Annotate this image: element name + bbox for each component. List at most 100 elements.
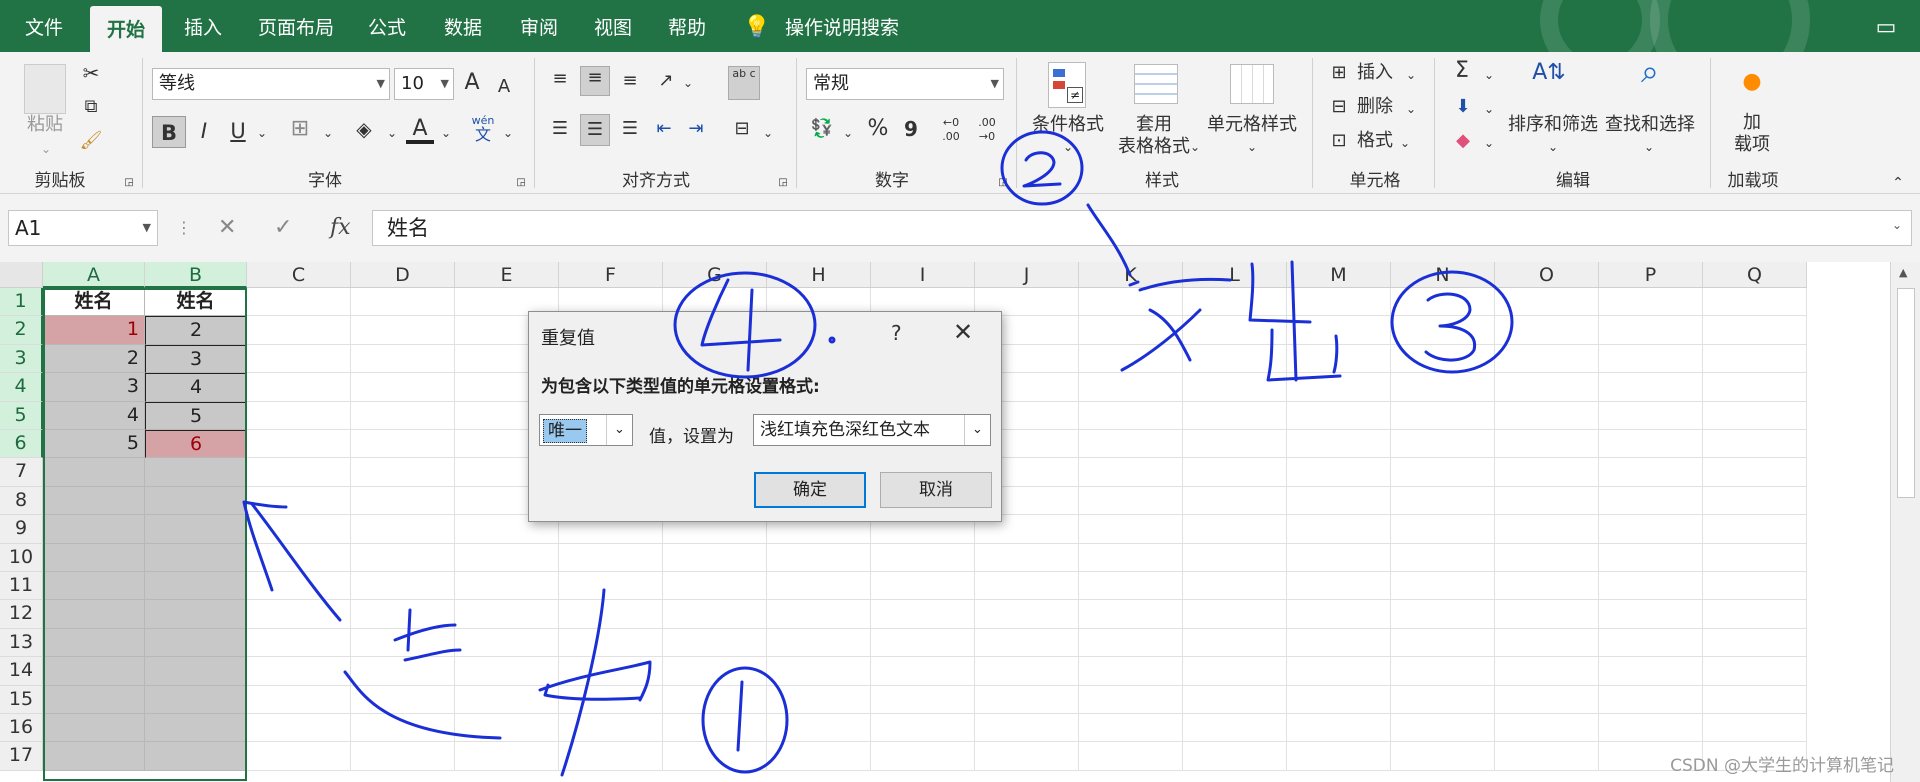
cell[interactable]	[559, 685, 663, 714]
cell[interactable]	[975, 572, 1079, 601]
cell[interactable]	[1495, 458, 1599, 487]
help-icon[interactable]: ?	[891, 321, 902, 345]
cell[interactable]	[871, 685, 975, 714]
cell[interactable]	[663, 628, 767, 658]
chevron-down-icon[interactable]: ⌄	[1546, 136, 1560, 158]
cell[interactable]	[559, 742, 663, 771]
align-middle-icon[interactable]: ≡	[580, 66, 610, 96]
chevron-down-icon[interactable]: ⌄	[1244, 136, 1260, 158]
row-header[interactable]: 5	[0, 401, 43, 430]
cell[interactable]	[767, 714, 871, 743]
cell[interactable]	[1079, 486, 1183, 516]
cell[interactable]	[247, 344, 351, 374]
cell[interactable]	[1599, 657, 1703, 686]
cell[interactable]	[1391, 685, 1495, 714]
cell[interactable]	[559, 572, 663, 601]
find-select-button[interactable]: 查找和选择	[1602, 114, 1698, 136]
cell[interactable]	[351, 714, 455, 743]
cell[interactable]	[1183, 515, 1287, 544]
cell[interactable]	[1079, 742, 1183, 771]
cancel-entry-icon[interactable]: ✕	[218, 210, 236, 246]
row-header[interactable]: 9	[0, 515, 43, 544]
cell[interactable]	[455, 572, 559, 601]
cell[interactable]	[351, 515, 455, 544]
row-header[interactable]: 7	[0, 458, 43, 487]
cell[interactable]	[43, 685, 145, 714]
cell[interactable]	[1599, 316, 1703, 345]
ok-button[interactable]: 确定	[754, 472, 866, 508]
cell[interactable]	[247, 714, 351, 743]
cell[interactable]	[559, 628, 663, 658]
column-header[interactable]: J	[975, 262, 1079, 288]
cell[interactable]	[145, 515, 247, 544]
cell[interactable]	[1391, 344, 1495, 374]
format-painter-icon[interactable]: 🖌	[78, 130, 104, 152]
cell[interactable]	[1287, 628, 1391, 658]
cell[interactable]	[1079, 288, 1183, 317]
format-cells-icon[interactable]: ⊡	[1328, 130, 1350, 152]
cell[interactable]: 5	[43, 430, 145, 459]
cell[interactable]	[351, 685, 455, 714]
value-type-select[interactable]: 唯一 ⌄	[539, 414, 633, 446]
addins-button[interactable]: 加载项	[1724, 112, 1780, 156]
cell[interactable]	[1495, 685, 1599, 714]
cell[interactable]	[1495, 288, 1599, 317]
cell[interactable]	[1391, 628, 1495, 658]
cell[interactable]	[1391, 458, 1495, 487]
cell[interactable]	[1599, 714, 1703, 743]
cell[interactable]	[1703, 628, 1807, 658]
cell[interactable]	[351, 401, 455, 430]
paste-icon[interactable]	[24, 64, 66, 114]
align-right-icon[interactable]: ☰	[616, 118, 644, 140]
cell[interactable]	[1391, 486, 1495, 516]
cell[interactable]	[455, 742, 559, 771]
delete-cells-icon[interactable]: ⊟	[1328, 96, 1350, 118]
cell[interactable]: 2	[145, 316, 247, 345]
cell[interactable]	[1287, 657, 1391, 686]
cell[interactable]	[1079, 572, 1183, 601]
insert-cells-button[interactable]: 插入	[1354, 62, 1396, 84]
row-header[interactable]: 8	[0, 486, 43, 516]
cell[interactable]	[145, 714, 247, 743]
cell[interactable]	[1079, 401, 1183, 430]
column-header[interactable]: G	[663, 262, 767, 288]
cell[interactable]	[1599, 515, 1703, 544]
cell[interactable]	[1287, 515, 1391, 544]
cell[interactable]: 4	[145, 373, 247, 402]
expand-formula-icon[interactable]: ⌄	[1892, 218, 1902, 232]
cell[interactable]	[1703, 288, 1807, 317]
cell[interactable]	[145, 572, 247, 601]
column-header[interactable]: M	[1287, 262, 1391, 288]
cell[interactable]	[455, 543, 559, 572]
cell[interactable]	[559, 657, 663, 686]
cell[interactable]	[1599, 486, 1703, 516]
cell-styles-button[interactable]: 单元格样式	[1204, 114, 1300, 136]
cell[interactable]	[1391, 543, 1495, 572]
cell[interactable]	[43, 600, 145, 629]
scroll-up-icon[interactable]: ▲	[1899, 266, 1907, 279]
format-as-table-icon[interactable]	[1134, 64, 1178, 104]
cell[interactable]	[247, 288, 351, 317]
cell[interactable]	[1287, 288, 1391, 317]
cell[interactable]	[1703, 430, 1807, 459]
cell[interactable]	[1183, 486, 1287, 516]
cell[interactable]	[1599, 288, 1703, 317]
cell[interactable]	[1495, 657, 1599, 686]
row-header[interactable]: 17	[0, 742, 43, 771]
cell[interactable]	[1183, 628, 1287, 658]
cell[interactable]	[1391, 401, 1495, 430]
cell[interactable]	[1183, 430, 1287, 459]
cell[interactable]	[663, 572, 767, 601]
dialog-launcher-icon[interactable]: ◲	[122, 172, 136, 194]
cell[interactable]	[145, 600, 247, 629]
cell[interactable]	[1183, 373, 1287, 402]
align-bottom-icon[interactable]: ≡	[616, 70, 644, 92]
cell[interactable]	[1183, 543, 1287, 572]
percent-button[interactable]: %	[864, 118, 892, 140]
cell[interactable]	[43, 515, 145, 544]
cell[interactable]	[1703, 458, 1807, 487]
cell[interactable]	[1495, 600, 1599, 629]
cell[interactable]	[351, 344, 455, 374]
cell[interactable]	[1079, 543, 1183, 572]
row-header[interactable]: 14	[0, 657, 43, 686]
